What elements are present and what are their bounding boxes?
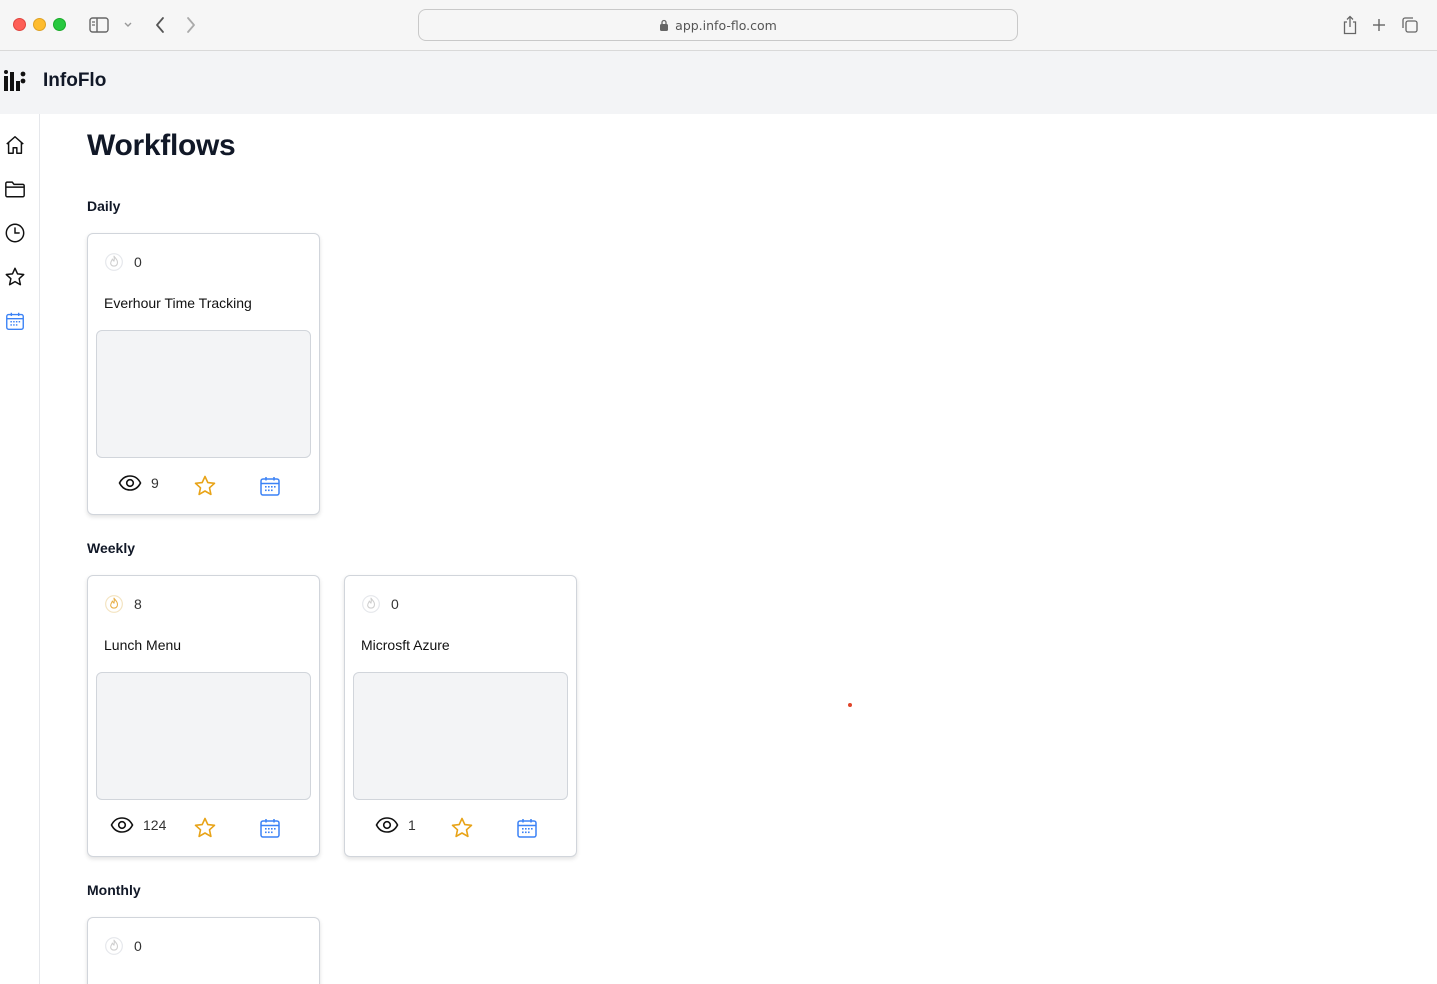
- app-name: InfoFlo: [43, 70, 107, 91]
- workflow-name: Everhour Time Tracking: [104, 295, 252, 311]
- favorite-star-icon[interactable]: [193, 816, 217, 840]
- sidebar-toggle-icon[interactable]: [87, 13, 111, 37]
- eye-icon: [375, 817, 399, 833]
- lock-icon: [660, 19, 669, 31]
- section-title-weekly: Weekly: [87, 540, 135, 556]
- app-header: [0, 51, 1437, 114]
- home-icon: [6, 136, 24, 154]
- share-icon[interactable]: [1338, 13, 1362, 37]
- favorite-star-icon[interactable]: [450, 816, 474, 840]
- eye-icon: [118, 475, 142, 491]
- section-title-daily: Daily: [87, 198, 121, 214]
- star-icon: [5, 267, 25, 286]
- workflow-name: Lunch Menu: [104, 637, 182, 653]
- fire-icon: [105, 253, 123, 271]
- back-icon[interactable]: [148, 13, 172, 37]
- sidebar-item-home[interactable]: [3, 133, 27, 157]
- fire-icon: [362, 595, 380, 613]
- minimize-window-button[interactable]: [33, 18, 46, 31]
- sidebar-item-folders[interactable]: [3, 177, 27, 201]
- favorite-star-icon[interactable]: [193, 474, 217, 498]
- new-tab-icon[interactable]: [1367, 13, 1391, 37]
- calendar-icon: [6, 312, 24, 330]
- workflow-thumbnail: [96, 330, 311, 458]
- workflow-card[interactable]: 8 Lunch Menu 124: [87, 575, 320, 857]
- address-bar[interactable]: app.info-flo.com: [418, 9, 1018, 41]
- view-count-value: 1: [408, 817, 416, 833]
- schedule-calendar-icon[interactable]: [515, 816, 539, 840]
- workflow-card[interactable]: 0: [87, 917, 320, 984]
- view-count: 1: [375, 816, 416, 834]
- infoflo-logo[interactable]: [4, 69, 26, 93]
- view-count-value: 9: [151, 475, 159, 491]
- workflow-card[interactable]: 0 Microsft Azure 1: [344, 575, 577, 857]
- run-count: 0: [391, 596, 399, 612]
- sidebar-item-schedules[interactable]: [3, 309, 27, 333]
- schedule-calendar-icon[interactable]: [258, 474, 282, 498]
- workflow-thumbnail: [96, 672, 311, 800]
- zoom-window-button[interactable]: [53, 18, 66, 31]
- browser-toolbar: app.info-flo.com: [0, 0, 1437, 51]
- sidebar-item-recent[interactable]: [3, 221, 27, 245]
- fire-icon: [105, 595, 123, 613]
- view-count: 9: [118, 474, 159, 492]
- workflow-card[interactable]: 0 Everhour Time Tracking 9: [87, 233, 320, 515]
- run-count: 0: [134, 254, 142, 270]
- schedule-calendar-icon[interactable]: [258, 816, 282, 840]
- workflow-name: Microsft Azure: [361, 637, 450, 653]
- fire-icon: [105, 937, 123, 955]
- close-window-button[interactable]: [13, 18, 26, 31]
- run-count: 0: [134, 938, 142, 954]
- chevron-down-icon[interactable]: [116, 13, 140, 37]
- workflow-thumbnail: [353, 672, 568, 800]
- cursor-indicator: [848, 703, 852, 707]
- section-title-monthly: Monthly: [87, 882, 141, 898]
- eye-icon: [110, 817, 134, 833]
- view-count-value: 124: [143, 817, 167, 833]
- clock-icon: [5, 223, 25, 243]
- forward-icon[interactable]: [179, 13, 203, 37]
- folder-icon: [5, 181, 25, 198]
- run-count: 8: [134, 596, 142, 612]
- sidebar: [0, 114, 40, 984]
- url-text: app.info-flo.com: [675, 17, 777, 33]
- page-title: Workflows: [87, 129, 236, 162]
- view-count: 124: [110, 816, 166, 834]
- sidebar-item-favorites[interactable]: [3, 265, 27, 289]
- tab-overview-icon[interactable]: [1398, 13, 1422, 37]
